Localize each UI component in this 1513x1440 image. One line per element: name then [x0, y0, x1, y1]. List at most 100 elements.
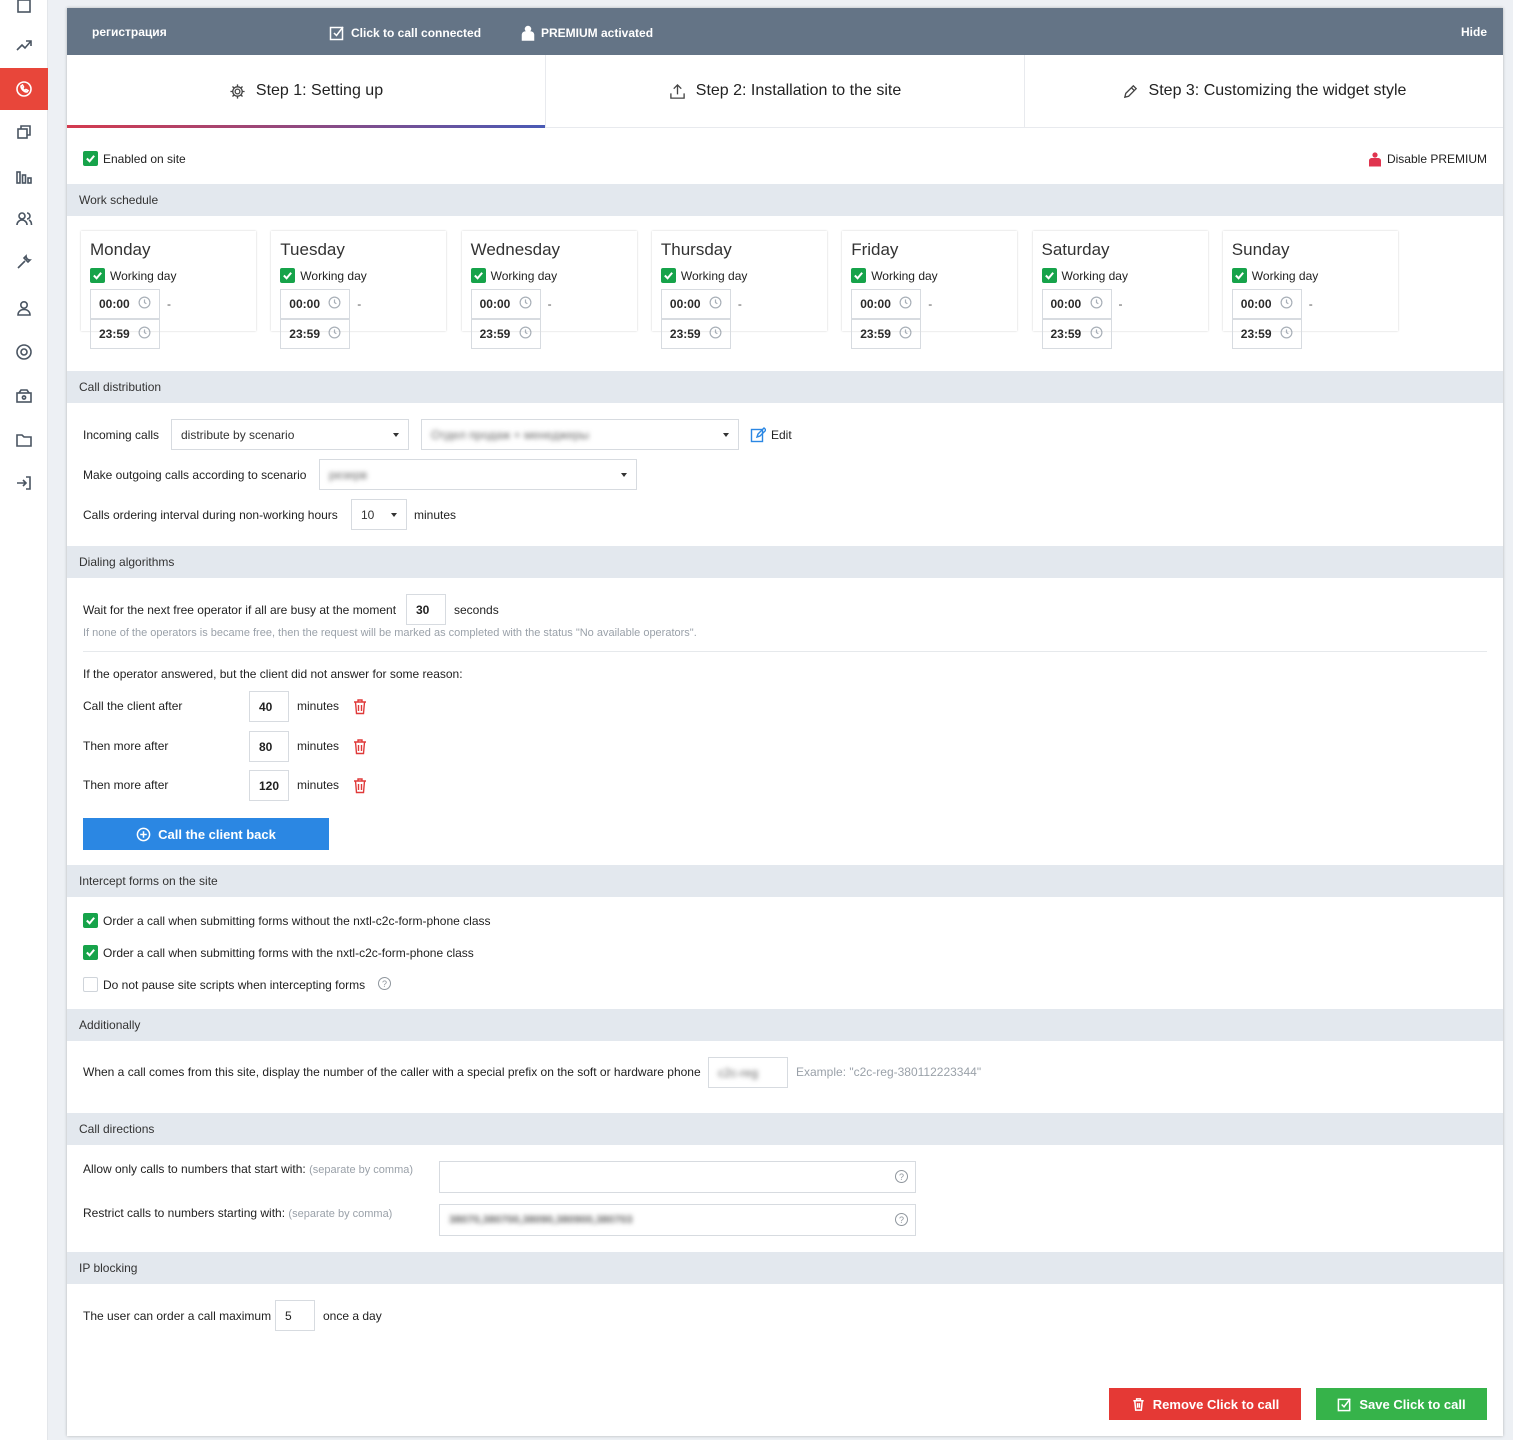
tab-label: Step 2: Installation to the site — [695, 82, 902, 99]
time-from-input[interactable]: 00:00 — [1041, 289, 1112, 319]
working-day-checkbox[interactable]: Working day — [1041, 268, 1199, 283]
hide-link[interactable]: Hide — [1461, 25, 1487, 39]
day-card: Friday Working day 00:00-23:59 — [842, 231, 1018, 349]
square-icon[interactable] — [0, 0, 48, 26]
day-card: Saturday Working day 00:00-23:59 — [1032, 231, 1208, 349]
tab-step-1[interactable]: Step 1: Setting up — [67, 55, 546, 128]
time-to-input[interactable]: 23:59 — [1041, 319, 1112, 349]
enabled-checkbox[interactable]: Enabled on site — [83, 151, 186, 166]
time-range: 00:00-23:59 — [851, 289, 1008, 349]
intercept-option-3[interactable]: Do not pause site scripts when intercept… — [83, 977, 365, 992]
widget-topbar: регистрация Click to call connected PREM… — [67, 8, 1503, 55]
tab-step-2[interactable]: Step 2: Installation to the site — [546, 55, 1025, 127]
edit-icon — [750, 427, 766, 443]
check-icon — [470, 268, 486, 283]
check-icon — [90, 268, 105, 283]
upload-icon — [669, 83, 685, 99]
time-from-input[interactable]: 00:00 — [1231, 289, 1302, 319]
time-to-input[interactable]: 23:59 — [470, 319, 541, 349]
divider — [83, 651, 1487, 652]
retry-label: Then more after — [83, 738, 169, 753]
section-work-schedule: Work schedule — [67, 184, 1503, 216]
remove-click-to-call-button[interactable]: Remove Click to call — [1109, 1388, 1301, 1420]
intercept-option-2[interactable]: Order a call when submitting forms with … — [83, 945, 474, 960]
retry-minutes-input[interactable]: 40 — [249, 691, 289, 722]
help-icon[interactable]: ? — [378, 977, 391, 990]
max-calls-label: The user can order a call maximum — [83, 1309, 272, 1323]
logout-icon[interactable] — [0, 463, 48, 503]
trash-icon[interactable] — [352, 698, 368, 715]
premium-user-icon — [1368, 152, 1381, 167]
help-icon[interactable]: ? — [895, 1213, 908, 1226]
prefix-input[interactable]: c2c-reg — [708, 1057, 788, 1088]
trend-icon[interactable] — [0, 25, 48, 65]
time-from-input[interactable]: 00:00 — [470, 289, 541, 319]
time-to-input[interactable]: 23:59 — [280, 319, 351, 349]
time-to-input[interactable]: 23:59 — [90, 319, 160, 349]
outgoing-scenario-select[interactable]: резерв — [319, 459, 637, 490]
incoming-calls-label: Incoming calls — [83, 428, 160, 442]
disable-premium-link[interactable]: Disable PREMIUM — [1368, 151, 1487, 167]
prefix-example: Example: "c2c-reg-380112223344" — [796, 1065, 982, 1079]
time-range: 00:00-23:59 — [470, 289, 628, 349]
clock-icon — [899, 326, 912, 342]
wait-seconds-input[interactable]: 30 — [406, 594, 446, 625]
edit-scenario-link[interactable]: Edit — [750, 427, 792, 443]
restrict-numbers-input[interactable]: 38070,380700,38090,380900,380703 — [439, 1204, 916, 1236]
time-from-input[interactable]: 00:00 — [851, 289, 922, 319]
time-separator: - — [547, 297, 552, 311]
retry-unit: minutes — [297, 738, 340, 753]
trash-icon[interactable] — [352, 738, 368, 755]
call-client-back-button[interactable]: Call the client back — [83, 818, 329, 850]
folder-icon[interactable] — [0, 420, 48, 460]
clock-icon — [1280, 296, 1293, 312]
check-icon — [83, 913, 98, 928]
working-day-checkbox[interactable]: Working day — [470, 268, 628, 283]
clock-icon — [328, 326, 341, 342]
plus-circle-icon — [136, 827, 151, 841]
support-icon[interactable] — [0, 332, 48, 372]
max-calls-input[interactable]: 5 — [275, 1300, 315, 1331]
no-answer-label: If the operator answered, but the client… — [83, 667, 463, 681]
tab-step-3[interactable]: Step 3: Customizing the widget style — [1025, 55, 1503, 127]
users-icon[interactable] — [0, 199, 48, 239]
layers-icon[interactable] — [0, 112, 48, 152]
time-to-input[interactable]: 23:59 — [1231, 319, 1302, 349]
phone-icon[interactable] — [0, 68, 48, 110]
wait-label: Wait for the next free operator if all a… — [83, 603, 397, 617]
time-to-input[interactable]: 23:59 — [660, 319, 731, 349]
retry-minutes-input[interactable]: 80 — [249, 730, 289, 762]
section-dialing: Dialing algorithms — [67, 546, 1503, 578]
step-tabs: Step 1: Setting up Step 2: Installation … — [67, 55, 1503, 128]
working-day-checkbox[interactable]: Working day — [90, 268, 247, 283]
clock-icon — [1090, 326, 1103, 342]
time-range: 00:00-23:59 — [660, 289, 818, 349]
time-from-input[interactable]: 00:00 — [90, 289, 160, 319]
working-day-checkbox[interactable]: Working day — [660, 268, 818, 283]
bar-chart-icon[interactable] — [0, 157, 48, 197]
time-separator: - — [1308, 297, 1313, 311]
time-from-input[interactable]: 00:00 — [280, 289, 351, 319]
save-click-to-call-button[interactable]: Save Click to call — [1316, 1388, 1487, 1420]
working-day-checkbox[interactable]: Working day — [851, 268, 1008, 283]
retry-minutes-input[interactable]: 120 — [249, 770, 289, 801]
restrict-numbers-label: Restrict calls to numbers starting with:… — [83, 1206, 393, 1220]
time-range: 00:00-23:59 — [1041, 289, 1199, 349]
working-day-checkbox[interactable]: Working day — [1231, 268, 1389, 283]
incoming-scenario-select[interactable]: Отдел продаж + менеджеры — [421, 419, 739, 450]
allow-numbers-input[interactable] — [439, 1161, 916, 1193]
time-separator: - — [1118, 297, 1123, 311]
retry-unit: minutes — [297, 778, 340, 792]
working-day-checkbox[interactable]: Working day — [280, 268, 437, 283]
interval-select[interactable]: 10 — [351, 499, 407, 530]
user-icon[interactable] — [0, 288, 48, 328]
time-to-input[interactable]: 23:59 — [851, 319, 922, 349]
incoming-mode-select[interactable]: distribute by scenario — [171, 419, 409, 450]
time-from-input[interactable]: 00:00 — [660, 289, 731, 319]
cashbox-icon[interactable] — [0, 376, 48, 416]
trash-icon[interactable] — [352, 777, 368, 794]
wrench-icon[interactable] — [0, 242, 48, 282]
check-icon — [1041, 268, 1057, 283]
intercept-option-1[interactable]: Order a call when submitting forms witho… — [83, 913, 491, 928]
help-icon[interactable]: ? — [895, 1170, 908, 1183]
